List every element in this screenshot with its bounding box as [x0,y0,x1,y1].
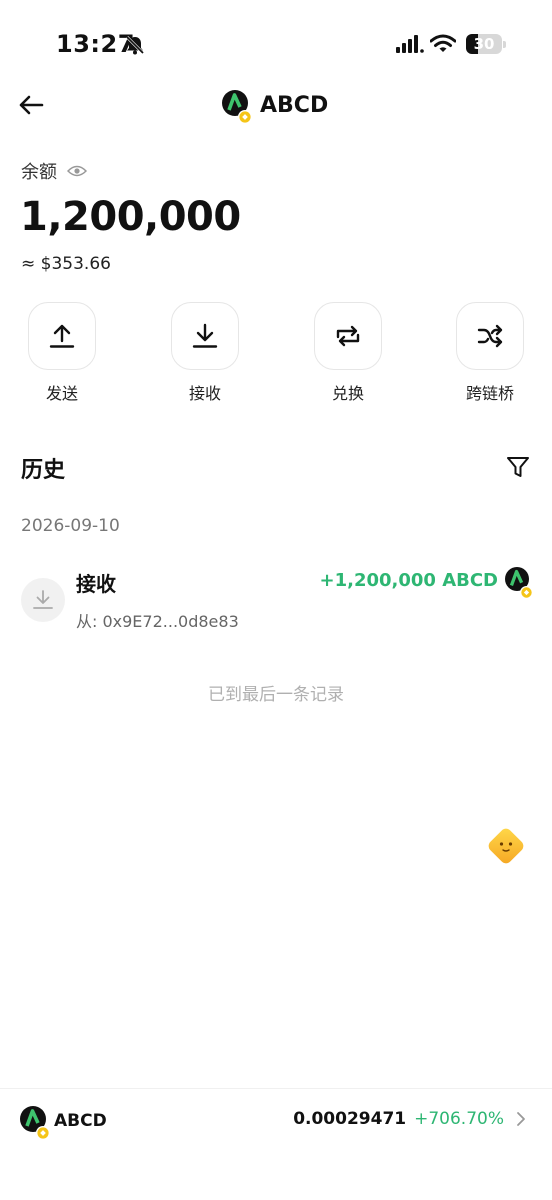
chain-badge-icon [36,1126,50,1140]
balance-label: 余额 [21,162,57,183]
shuffle-icon [477,324,503,348]
action-bar: 发送 接收 兑换 跨链桥 [0,302,552,404]
bridge-label: 跨链桥 [465,384,514,403]
transaction-row[interactable]: 接收 从: 0x9E72...0d8e83 +1,200,000 ABCD [0,560,552,636]
transaction-type: 接收 [76,572,116,596]
balance-amount: 1,200,000 [20,194,241,240]
upload-icon [49,324,75,348]
swap-button[interactable]: 兑换 [313,302,383,404]
date-label: 2026-09-10 [21,516,120,536]
transaction-from: 从: 0x9E72...0d8e83 [76,612,239,631]
token-logo [222,90,252,124]
wifi-icon [430,34,456,52]
page-title: ABCD [260,92,329,118]
balance-label-row: 余额 [21,158,87,184]
footer-price: 0.00029471 [293,1109,407,1129]
token-title: ABCD [222,90,329,124]
chain-badge-icon [520,586,533,599]
token-price-footer[interactable]: ABCD 0.00029471 +706.70% [0,1088,552,1200]
swap-label: 兑换 [331,384,364,403]
send-button[interactable]: 发送 [27,302,97,404]
bridge-button[interactable]: 跨链桥 [455,302,525,404]
transaction-amount: +1,200,000 ABCD [319,570,499,591]
battery-indicator: 30 [466,34,502,54]
footer-change: +706.70% [414,1109,504,1129]
download-icon [192,323,218,348]
send-label: 发送 [45,384,78,403]
assistant-float-icon[interactable] [482,822,530,870]
footer-token-name: ABCD [54,1111,107,1131]
signal-icon [396,35,424,53]
receive-tx-icon [21,578,65,622]
balance-usd: ≈ $353.66 [21,254,111,274]
bell-muted-icon [125,35,145,55]
swap-icon [336,325,360,347]
token-logo [20,1106,50,1140]
eye-icon[interactable] [67,164,87,178]
token-logo [505,567,533,599]
history-title: 历史 [21,458,66,483]
download-icon [33,590,53,609]
end-of-records-label: 已到最后一条记录 [208,685,344,705]
receive-label: 接收 [188,384,221,403]
battery-level: 30 [473,35,495,53]
chevron-right-icon [517,1112,525,1126]
chain-badge-icon [238,110,252,124]
filter-icon[interactable] [505,454,531,480]
receive-button[interactable]: 接收 [170,302,240,404]
header: ABCD [0,82,552,128]
back-arrow-icon[interactable] [16,90,46,120]
status-bar: 13:27 30 [0,0,552,90]
